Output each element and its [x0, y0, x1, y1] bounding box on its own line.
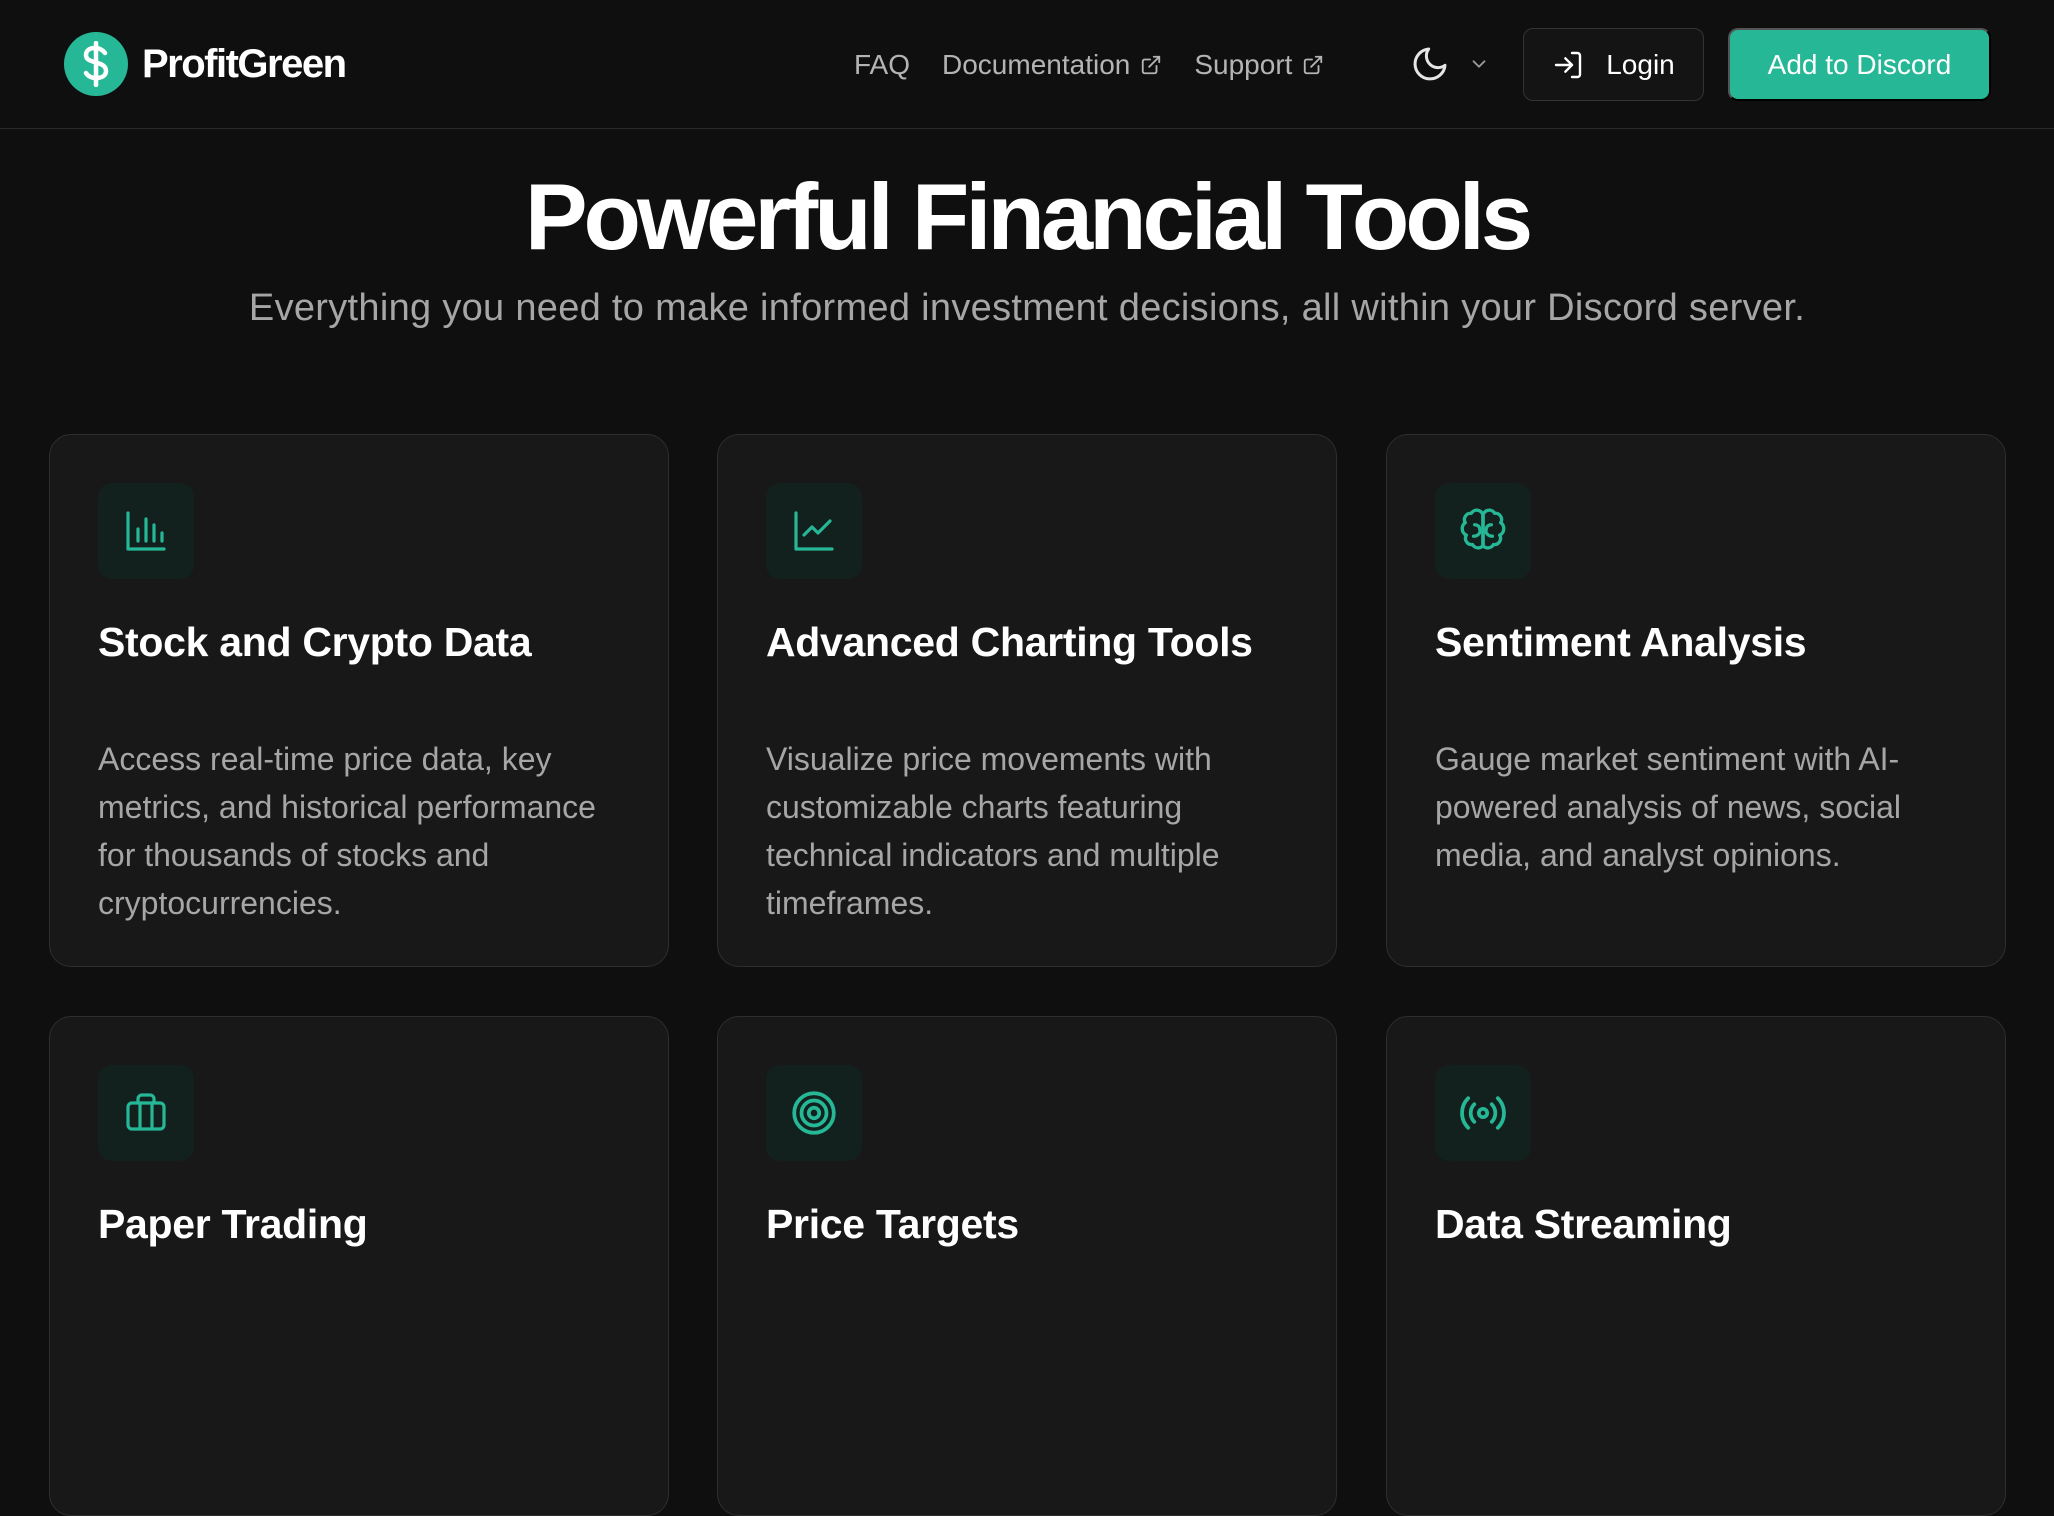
brand-logo-link[interactable]: ProfitGreen: [64, 32, 347, 96]
feature-title: Price Targets: [766, 1201, 1019, 1247]
feature-card-stock-crypto: Stock and Crypto Data Access real-time p…: [49, 434, 669, 967]
add-to-discord-button[interactable]: Add to Discord: [1728, 28, 1991, 101]
external-link-icon: [1304, 55, 1323, 74]
nav-faq-label: FAQ: [854, 48, 911, 80]
nav-support-link[interactable]: Support: [1194, 49, 1324, 81]
nav-documentation-link[interactable]: Documentation: [942, 49, 1162, 81]
target-icon: [766, 1065, 862, 1161]
feature-title: Paper Trading: [98, 1201, 368, 1247]
login-icon: [1555, 51, 1582, 78]
external-link-icon: [1142, 55, 1161, 74]
brain-icon: [1435, 483, 1531, 579]
login-button[interactable]: Login: [1523, 28, 1704, 101]
feature-title: Stock and Crypto Data: [98, 619, 532, 665]
nav-support-label: Support: [1194, 48, 1293, 80]
line-chart-icon: [766, 483, 862, 579]
top-navbar: ProfitGreen FAQ Documentation Support Lo…: [0, 0, 2054, 129]
feature-card-price-targets: Price Targets: [717, 1016, 1337, 1516]
feature-description: Gauge market sentiment with AI-powered a…: [1435, 741, 1902, 873]
nav-documentation-label: Documentation: [942, 48, 1131, 80]
feature-title: Data Streaming: [1435, 1201, 1732, 1247]
feature-card-data-streaming: Data Streaming: [1386, 1016, 2006, 1516]
feature-title: Advanced Charting Tools: [766, 619, 1253, 665]
feature-card-paper-trading: Paper Trading: [49, 1016, 669, 1516]
feature-description: Access real-time price data, key metrics…: [98, 741, 596, 921]
feature-title: Sentiment Analysis: [1435, 619, 1807, 665]
dollar-icon: [64, 32, 128, 96]
bar-chart-icon: [98, 483, 194, 579]
hero-title: Powerful Financial Tools: [524, 164, 1533, 269]
feature-description: Visualize price movements with customiza…: [766, 741, 1220, 921]
nav-faq-link[interactable]: FAQ: [854, 49, 910, 81]
radio-broadcast-icon: [1435, 1065, 1531, 1161]
login-label: Login: [1606, 48, 1675, 80]
chevron-down-icon: [1472, 60, 1486, 68]
feature-card-sentiment: Sentiment Analysis Gauge market sentimen…: [1386, 434, 2006, 967]
theme-toggle[interactable]: [1410, 44, 1490, 84]
hero-subtitle: Everything you need to make informed inv…: [248, 287, 1806, 329]
moon-icon: [1413, 47, 1447, 81]
briefcase-icon: [98, 1065, 194, 1161]
main-nav: FAQ Documentation Support: [854, 0, 1324, 129]
brand-name: ProfitGreen: [142, 41, 347, 86]
feature-card-charting: Advanced Charting Tools Visualize price …: [717, 434, 1337, 967]
add-to-discord-label: Add to Discord: [1767, 48, 1952, 80]
